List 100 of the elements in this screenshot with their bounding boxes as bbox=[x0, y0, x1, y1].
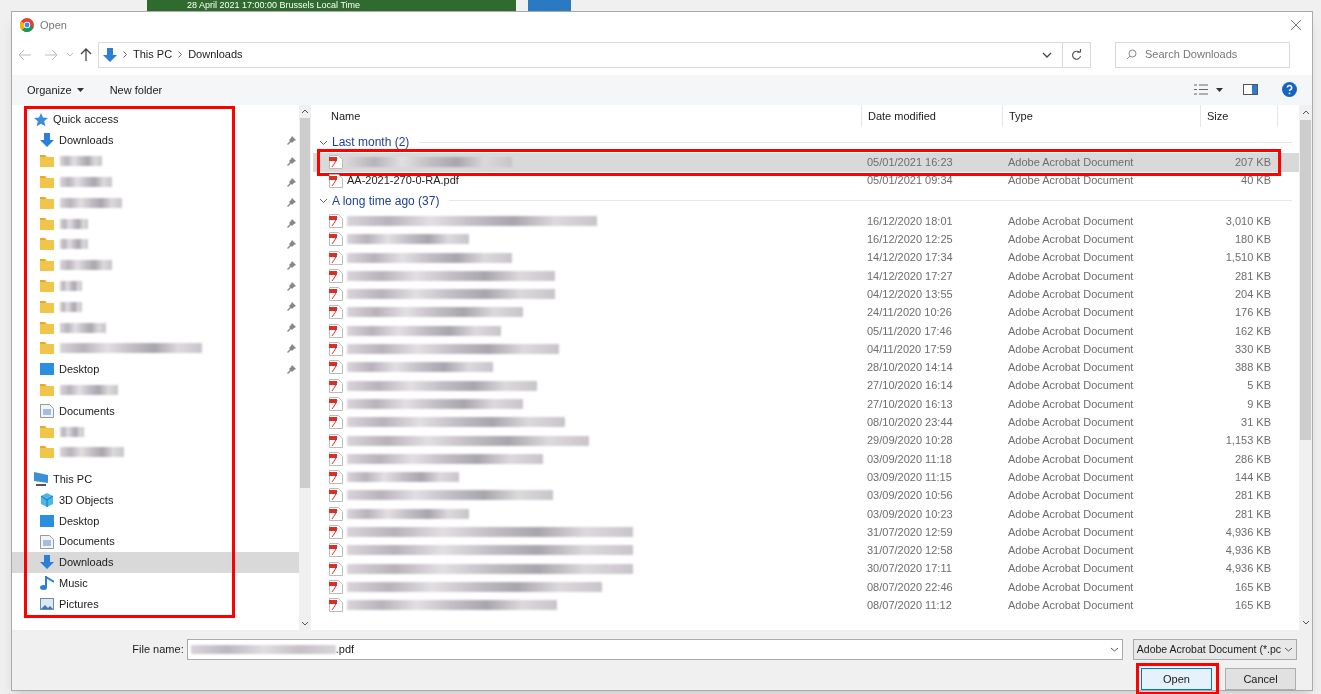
file-row[interactable]: 03/09/2020 11:18 Adobe Acrobat Document 286 KB bbox=[313, 449, 1312, 468]
folder-icon bbox=[40, 299, 54, 314]
date-cell-text: 14/12/2020 17:34 bbox=[866, 250, 954, 266]
pin-icon[interactable] bbox=[287, 260, 296, 270]
pin-icon[interactable] bbox=[287, 302, 296, 312]
size-cell-text: 1,510 KB bbox=[1224, 250, 1272, 266]
file-row[interactable]: 03/09/2020 10:56 Adobe Acrobat Document 281 KB bbox=[313, 486, 1312, 505]
pdf-file-icon bbox=[329, 561, 343, 576]
column-header[interactable]: Date modified bbox=[862, 105, 1003, 128]
pin-icon[interactable] bbox=[287, 177, 296, 187]
file-row[interactable]: 27/10/2020 16:14 Adobe Acrobat Document 5 KB bbox=[313, 376, 1312, 395]
scrollbar[interactable] bbox=[299, 105, 311, 630]
scroll-down-icon[interactable] bbox=[1301, 620, 1310, 625]
pin-icon[interactable] bbox=[287, 281, 296, 291]
file-row[interactable]: 04/12/2020 13:55 Adobe Acrobat Document 204 KB bbox=[313, 285, 1312, 304]
file-row[interactable]: 08/07/2020 22:46 Adobe Acrobat Document 165 KB bbox=[313, 577, 1312, 597]
date-cell-text: 31/07/2020 12:59 bbox=[866, 524, 954, 540]
pin-icon[interactable] bbox=[287, 323, 296, 333]
file-row[interactable]: 14/12/2020 17:34 Adobe Acrobat Document 1,510 KB bbox=[313, 248, 1312, 267]
type-cell-text: Adobe Acrobat Document bbox=[1007, 543, 1135, 559]
pin-icon[interactable] bbox=[287, 219, 296, 229]
file-name-field[interactable]: .pdf bbox=[186, 639, 1123, 660]
cancel-button[interactable]: Cancel bbox=[1225, 668, 1296, 690]
size-cell-text: 207 KB bbox=[1233, 155, 1272, 171]
date-cell-text: 03/09/2020 11:18 bbox=[866, 451, 953, 467]
desktop-icon bbox=[40, 513, 54, 528]
pin-icon[interactable] bbox=[287, 343, 296, 353]
file-row[interactable]: AA-2021-270-0-RA.pdf 05/01/2021 09:34 Adobe Acrobat Document 40 KB bbox=[313, 171, 1312, 190]
pdf-file-icon bbox=[329, 506, 343, 521]
file-row[interactable]: 16/12/2020 12:25 Adobe Acrobat Document 180 KB bbox=[313, 230, 1312, 249]
type-cell-text: Adobe Acrobat Document bbox=[1007, 506, 1135, 522]
type-cell-text: Adobe Acrobat Document bbox=[1007, 488, 1135, 504]
help-icon[interactable] bbox=[1282, 82, 1297, 98]
column-header[interactable]: Size bbox=[1201, 105, 1278, 128]
file-row[interactable]: 16/12/2020 18:01 Adobe Acrobat Document 3,010 KB bbox=[313, 211, 1312, 231]
preview-pane-icon[interactable] bbox=[1243, 84, 1258, 96]
file-row[interactable]: 08/07/2020 11:12 Adobe Acrobat Document 165 KB bbox=[313, 596, 1312, 615]
chevron-down-icon[interactable] bbox=[1042, 51, 1052, 58]
chevron-right-icon[interactable] bbox=[123, 51, 127, 59]
breadcrumb-item[interactable]: This PC bbox=[133, 46, 173, 63]
sidebar-item[interactable]: Documents bbox=[12, 400, 299, 422]
file-row[interactable]: 03/09/2020 10:23 Adobe Acrobat Document 281 KB bbox=[313, 504, 1312, 523]
pin-icon[interactable] bbox=[287, 239, 296, 249]
chevron-down-icon[interactable] bbox=[319, 196, 328, 206]
sidebar-item[interactable]: Desktop bbox=[12, 358, 299, 380]
file-row[interactable]: 28/10/2020 14:14 Adobe Acrobat Document 388 KB bbox=[313, 358, 1312, 377]
chevron-down-icon[interactable] bbox=[1109, 647, 1119, 652]
close-icon[interactable] bbox=[1290, 18, 1302, 31]
caret-icon[interactable] bbox=[1216, 87, 1223, 92]
file-row[interactable]: 30/07/2020 17:11 Adobe Acrobat Document 4,936 KB bbox=[313, 559, 1312, 578]
sidebar-item[interactable]: Music bbox=[12, 572, 299, 594]
sidebar-item[interactable]: Pictures bbox=[12, 593, 299, 615]
organize-button[interactable]: Organize bbox=[27, 81, 84, 99]
sidebar-item[interactable]: Documents bbox=[12, 531, 299, 552]
pdf-file-icon bbox=[329, 598, 343, 613]
pin-icon[interactable] bbox=[287, 198, 296, 208]
new-folder-button[interactable]: New folder bbox=[109, 81, 163, 99]
pin-icon[interactable] bbox=[287, 156, 296, 166]
sidebar-item[interactable]: Downloads bbox=[12, 130, 299, 151]
sidebar-item[interactable]: Quick access bbox=[12, 109, 299, 131]
up-arrow-icon[interactable] bbox=[80, 48, 92, 62]
file-row[interactable]: 31/07/2020 12:59 Adobe Acrobat Document 4,936 KB bbox=[313, 522, 1312, 542]
file-row[interactable]: 03/09/2020 11:15 Adobe Acrobat Document 144 KB bbox=[313, 468, 1312, 487]
scroll-down-icon[interactable] bbox=[301, 621, 309, 626]
address-bar[interactable]: This PC Downloads bbox=[98, 41, 1091, 68]
scrollbar[interactable] bbox=[1299, 105, 1312, 630]
pin-icon[interactable] bbox=[287, 364, 296, 374]
type-cell-text: Adobe Acrobat Document bbox=[1007, 561, 1135, 577]
sidebar-item[interactable]: This PC bbox=[12, 468, 299, 490]
type-cell-text: Adobe Acrobat Document bbox=[1007, 341, 1135, 357]
file-row[interactable]: 14/12/2020 17:27 Adobe Acrobat Document 281 KB bbox=[313, 266, 1312, 286]
chevron-right-icon[interactable] bbox=[178, 51, 183, 59]
search-field[interactable]: Search Downloads bbox=[1115, 41, 1290, 68]
date-cell-text: 27/10/2020 16:13 bbox=[866, 396, 954, 412]
music-note-icon bbox=[40, 576, 54, 591]
sidebar-item[interactable]: Desktop bbox=[12, 510, 299, 532]
view-options-icon[interactable] bbox=[1194, 84, 1208, 96]
scroll-thumb[interactable] bbox=[300, 118, 310, 489]
file-row[interactable]: 05/11/2020 17:46 Adobe Acrobat Document 162 KB bbox=[313, 321, 1312, 340]
blurred-text bbox=[60, 239, 88, 250]
file-row[interactable]: 29/09/2020 10:28 Adobe Acrobat Document 1,153 KB bbox=[313, 431, 1312, 450]
column-header[interactable]: Type bbox=[1003, 105, 1201, 128]
breadcrumb-item[interactable]: Downloads bbox=[188, 46, 243, 63]
scroll-up-icon[interactable] bbox=[301, 109, 309, 115]
open-button[interactable]: Open bbox=[1141, 668, 1212, 690]
file-type-dropdown[interactable]: Adobe Acrobat Document (*.pc bbox=[1132, 639, 1297, 660]
scroll-up-icon[interactable] bbox=[1301, 110, 1310, 116]
file-row[interactable]: 24/11/2020 10:26 Adobe Acrobat Document 176 KB bbox=[313, 303, 1312, 322]
column-header[interactable]: Name bbox=[314, 105, 862, 128]
group-header[interactable]: A long time ago (37) bbox=[332, 191, 440, 210]
scroll-thumb[interactable] bbox=[1300, 120, 1311, 441]
sidebar-item[interactable]: Downloads bbox=[12, 552, 299, 573]
pin-icon[interactable] bbox=[287, 135, 296, 145]
file-row[interactable]: 08/10/2020 23:44 Adobe Acrobat Document 31 KB bbox=[313, 413, 1312, 432]
file-row[interactable]: 04/11/2020 17:59 Adobe Acrobat Document 330 KB bbox=[313, 339, 1312, 359]
file-row[interactable]: 27/10/2020 16:13 Adobe Acrobat Document 9 KB bbox=[313, 394, 1312, 414]
date-cell-text: 08/10/2020 23:44 bbox=[866, 415, 954, 430]
sidebar-item[interactable]: 3D Objects bbox=[12, 489, 299, 511]
file-row[interactable]: 31/07/2020 12:58 Adobe Acrobat Document 4,936 KB bbox=[313, 541, 1312, 560]
group-header[interactable]: Last month (2) bbox=[332, 133, 410, 152]
